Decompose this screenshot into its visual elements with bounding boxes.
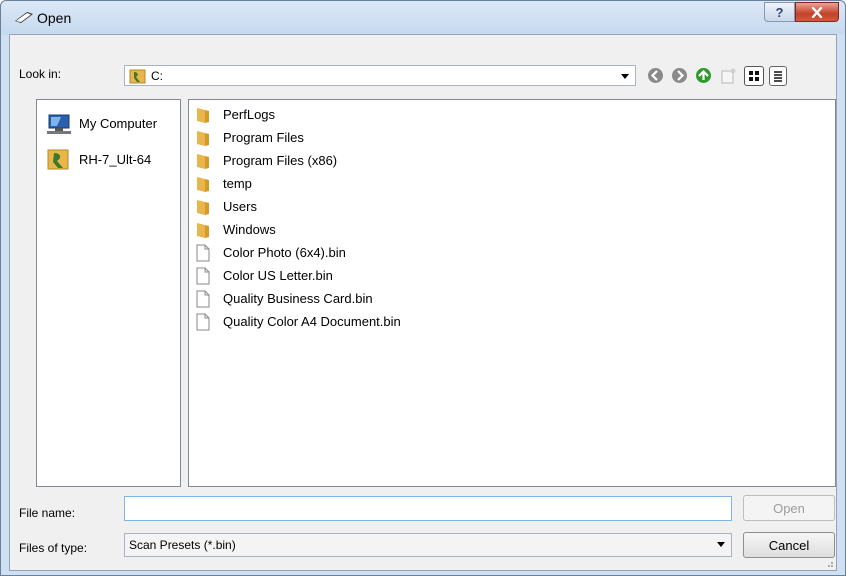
folder-icon <box>197 176 209 192</box>
places-bar: My Computer RH-7_Ult-64 <box>36 99 181 487</box>
place-my-computer[interactable]: My Computer <box>45 110 157 136</box>
folder-icon <box>197 222 209 238</box>
files-of-type-dropdown[interactable]: Scan Presets (*.bin) <box>124 533 732 557</box>
open-button[interactable]: Open <box>743 495 835 521</box>
folder-icon <box>197 107 209 123</box>
document-icon <box>196 267 210 284</box>
back-icon[interactable] <box>647 67 664 84</box>
folder-icon <box>197 153 209 169</box>
file-name: Color Photo (6x4).bin <box>223 245 346 260</box>
file-name: temp <box>223 176 252 191</box>
list-item[interactable]: Quality Color A4 Document.bin <box>195 310 401 333</box>
view-icons-button[interactable] <box>744 66 764 86</box>
look-in-value: C: <box>151 69 163 83</box>
files-of-type-value: Scan Presets (*.bin) <box>129 538 236 552</box>
dialog-body: Look in: C: My Computer RH-7_Ult-64 Perf… <box>9 34 837 571</box>
list-item[interactable]: Quality Business Card.bin <box>195 287 373 310</box>
cancel-button-label: Cancel <box>768 537 810 553</box>
new-folder-icon[interactable] <box>720 67 737 84</box>
list-item[interactable]: Color Photo (6x4).bin <box>195 241 346 264</box>
window-title: Open <box>37 10 72 26</box>
scanner-icon <box>15 12 33 23</box>
look-in-dropdown[interactable]: C: <box>124 65 636 86</box>
file-name-label: File name: <box>19 506 76 520</box>
place-user[interactable]: RH-7_Ult-64 <box>45 146 151 172</box>
up-folder-icon[interactable] <box>695 67 712 84</box>
folder-icon <box>197 199 209 215</box>
view-icons-icon <box>749 71 759 81</box>
user-folder-icon <box>47 149 69 170</box>
file-name: Quality Business Card.bin <box>223 291 373 306</box>
file-name: Program Files <box>223 130 304 145</box>
close-icon <box>811 6 823 18</box>
file-name: PerfLogs <box>223 107 276 122</box>
place-label: My Computer <box>79 115 158 131</box>
list-item[interactable]: PerfLogs <box>195 103 275 126</box>
file-list: PerfLogs Program Files Program Files (x8… <box>188 99 836 487</box>
file-name: Users <box>223 199 257 214</box>
look-in-label: Look in: <box>19 67 62 81</box>
help-button[interactable]: ? <box>764 2 795 22</box>
title-bar[interactable]: Open ? <box>1 1 845 35</box>
list-item[interactable]: Program Files (x86) <box>195 149 337 172</box>
list-item[interactable]: Users <box>195 195 257 218</box>
computer-icon <box>47 114 71 134</box>
view-list-icon <box>774 71 782 82</box>
open-button-label: Open <box>773 500 805 516</box>
list-item[interactable]: Windows <box>195 218 276 241</box>
list-item[interactable]: temp <box>195 172 252 195</box>
files-of-type-label: Files of type: <box>19 541 88 555</box>
file-name: Windows <box>223 222 276 237</box>
view-list-button[interactable] <box>769 66 787 86</box>
open-dialog: Open ? Look in: C: My Computer RH-7_Ult-… <box>0 0 846 576</box>
document-icon <box>196 290 210 307</box>
chevron-down-icon[interactable] <box>621 74 629 79</box>
resize-grip-icon[interactable] <box>824 558 834 568</box>
file-name: Color US Letter.bin <box>223 268 333 283</box>
place-label: RH-7_Ult-64 <box>79 151 152 167</box>
file-name: Program Files (x86) <box>223 153 338 168</box>
close-button[interactable] <box>795 2 839 22</box>
document-icon <box>196 313 210 330</box>
chevron-down-icon[interactable] <box>717 542 725 547</box>
file-name-input[interactable] <box>124 496 732 521</box>
file-name: Quality Color A4 Document.bin <box>223 314 401 329</box>
user-folder-icon <box>129 69 146 84</box>
list-item[interactable]: Program Files <box>195 126 304 149</box>
list-item[interactable]: Color US Letter.bin <box>195 264 333 287</box>
folder-icon <box>197 130 209 146</box>
document-icon <box>196 244 210 261</box>
help-button-label: ? <box>775 4 784 20</box>
forward-icon[interactable] <box>671 67 688 84</box>
cancel-button[interactable]: Cancel <box>743 532 835 558</box>
